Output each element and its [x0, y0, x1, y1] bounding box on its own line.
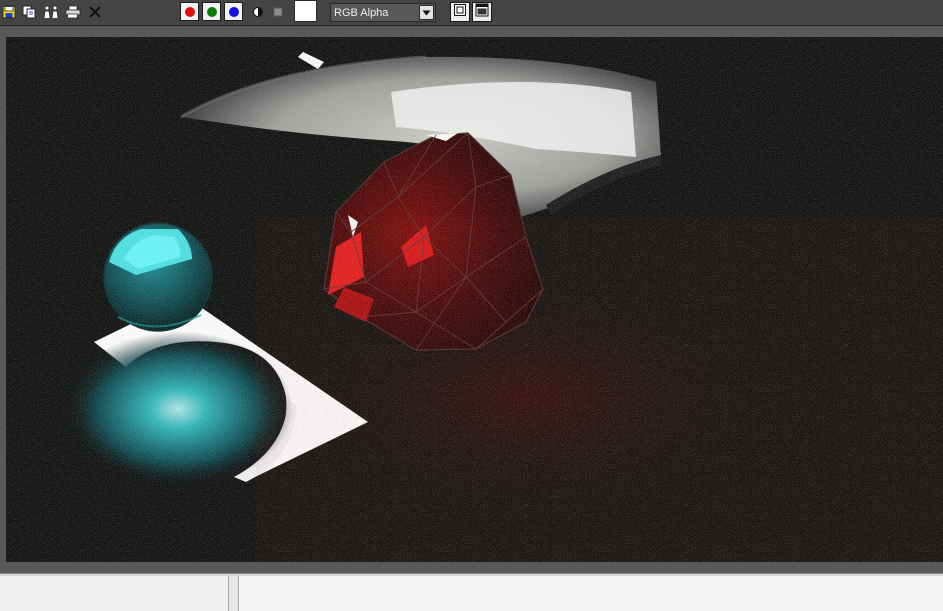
window-overlay-icon	[453, 3, 467, 22]
status-panel-right	[239, 576, 943, 611]
monochrome-button[interactable]	[249, 3, 266, 21]
status-panel-left	[0, 576, 229, 611]
print-image-button[interactable]	[64, 3, 81, 21]
toggle-ui-button[interactable]	[472, 2, 492, 22]
status-panel-divider	[229, 576, 239, 611]
copy-image-button[interactable]	[21, 3, 38, 21]
rendered-image[interactable]	[6, 37, 943, 562]
green-dot-icon	[206, 6, 217, 17]
toggle-ui-overlay-button[interactable]	[450, 2, 470, 22]
clear-image-button[interactable]	[86, 3, 103, 21]
blue-channel-button[interactable]	[224, 2, 243, 21]
gray-square-icon	[273, 7, 283, 17]
clone-icon	[43, 5, 59, 19]
red-dot-icon	[184, 6, 195, 17]
printer-icon	[65, 5, 81, 19]
half-circle-icon	[252, 6, 264, 18]
green-channel-button[interactable]	[202, 2, 221, 21]
clone-window-button[interactable]	[42, 3, 59, 21]
x-close-icon	[88, 5, 102, 19]
copy-icon	[22, 5, 37, 19]
save-image-button[interactable]	[0, 3, 17, 21]
window-icon	[475, 3, 489, 22]
floppy-disk-icon	[2, 5, 16, 19]
display-channel-dropdown[interactable]: RGB Alpha	[330, 3, 436, 22]
blue-dot-icon	[228, 6, 239, 17]
alpha-channel-button[interactable]	[269, 3, 286, 21]
frame-buffer-toolbar: RGB Alpha	[0, 0, 943, 25]
chevron-down-icon[interactable]	[419, 5, 434, 20]
red-channel-button[interactable]	[180, 2, 199, 21]
display-channel-value: RGB Alpha	[334, 7, 389, 19]
color-swatch[interactable]	[294, 0, 317, 22]
render-frame	[0, 25, 943, 574]
status-bar	[0, 573, 943, 611]
